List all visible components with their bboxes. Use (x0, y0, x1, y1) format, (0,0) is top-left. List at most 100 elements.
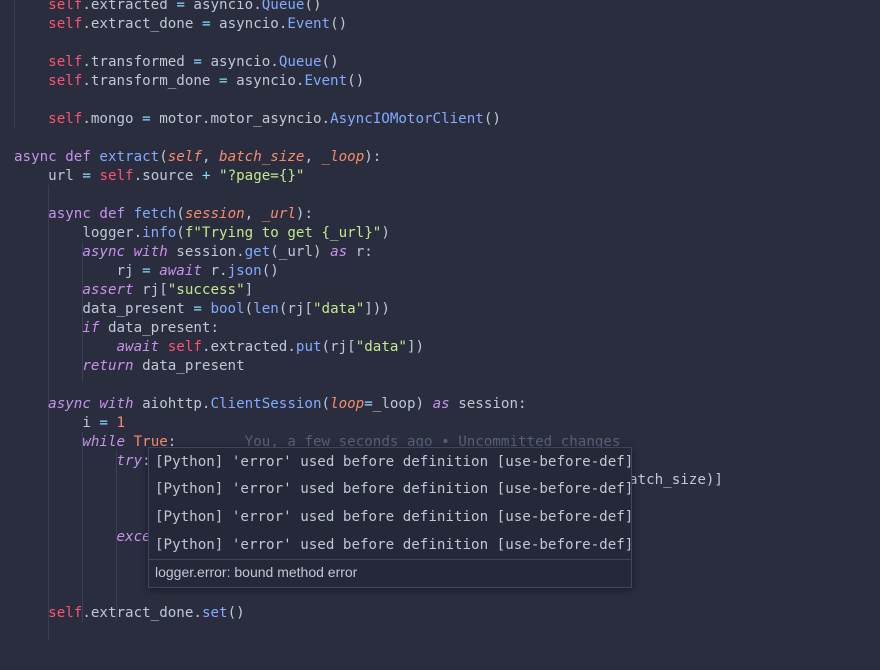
code-line[interactable]: self.extract_done.set() (14, 604, 245, 623)
code-token: fetch (133, 206, 177, 222)
code-token: i (14, 415, 100, 431)
code-token: self (48, 605, 83, 621)
code-line[interactable]: data_present = bool(len(rj["data"])) (14, 300, 390, 319)
code-line[interactable]: async def fetch(session, _url): (14, 205, 313, 224)
code-token: f"Trying to get {_url}" (184, 225, 382, 241)
code-token: batch_size (219, 149, 305, 165)
code-line[interactable]: assert rj["success"] (14, 281, 253, 300)
code-line[interactable]: logger.info(f"Trying to get {_url}") (14, 224, 390, 243)
code-token: get (244, 244, 271, 260)
code-token: r. (201, 263, 228, 279)
code-token: = (99, 415, 108, 431)
code-line[interactable]: url = self.source + "?page={}" (14, 167, 304, 186)
code-line[interactable]: self.mongo = motor.motor_asyncio.AsyncIO… (14, 110, 501, 129)
code-token: await (159, 263, 202, 279)
code-token: rj[ (133, 282, 168, 298)
code-token: json (227, 263, 262, 279)
code-token: (rj[ (278, 301, 313, 317)
code-token: _loop) (372, 396, 433, 412)
code-token: ): (364, 149, 382, 165)
code-token: "success" (167, 282, 245, 298)
code-token: .source (133, 168, 202, 184)
code-token: AsyncIOMotorClient (330, 111, 484, 127)
code-line[interactable]: return data_present (14, 357, 244, 376)
code-line[interactable]: async with aiohttp.ClientSession(loop=_l… (14, 395, 527, 414)
code-line[interactable]: self.extract_done = asyncio.Event() (14, 15, 347, 34)
code-token: , (304, 149, 322, 165)
code-token: info (142, 225, 177, 241)
code-token: , (201, 149, 220, 165)
code-token: self (48, 73, 83, 89)
code-token: assert (82, 282, 134, 298)
code-token: await (116, 339, 160, 355)
code-token: self (48, 0, 83, 13)
code-line[interactable]: i = 1 (14, 414, 125, 433)
code-token: Event (304, 73, 348, 89)
code-token: data_present (14, 301, 194, 317)
code-token: Queue (278, 54, 322, 70)
code-token: put (295, 339, 322, 355)
code-token: = (82, 168, 91, 184)
code-token: () (227, 605, 245, 621)
code-token: session: (449, 396, 527, 412)
code-token: data_present: (99, 320, 220, 336)
code-token: (rj[ (321, 339, 356, 355)
code-line[interactable]: async def extract(self, batch_size, _loo… (14, 148, 381, 167)
code-token: "?page={}" (219, 168, 305, 184)
code-line[interactable]: self.transformed = asyncio.Queue() (14, 53, 339, 72)
code-token: self (99, 168, 134, 184)
code-token: ])) (364, 301, 390, 317)
code-token: .extract_done (82, 16, 202, 32)
code-token: () (330, 16, 348, 32)
code-token: len (253, 301, 279, 317)
code-line[interactable]: exce (14, 528, 151, 547)
popup-divider (149, 559, 631, 560)
code-line[interactable]: try: (14, 452, 151, 471)
code-token: as (330, 244, 348, 260)
code-token: ): (295, 206, 314, 222)
code-line[interactable]: rj = await r.json() (14, 262, 278, 281)
code-token: asyncio. (184, 0, 262, 13)
code-token: ( (244, 301, 254, 317)
code-line[interactable]: await self.extracted.put(rj["data"]) (14, 338, 425, 357)
code-token: ( (159, 149, 168, 165)
code-token: rj (14, 263, 143, 279)
code-line[interactable]: self.extracted = asyncio.Queue() (14, 0, 321, 15)
code-token: .extracted (82, 0, 177, 13)
code-token: = (193, 54, 202, 70)
code-token: self (48, 111, 83, 127)
code-token: extract (99, 149, 160, 165)
code-token: as (432, 396, 450, 412)
code-token: while (82, 434, 126, 450)
code-token: ( (176, 225, 185, 241)
code-token: () (483, 111, 501, 127)
code-token: 1 (116, 415, 126, 431)
code-token: .extracted. (201, 339, 296, 355)
code-token: logger. (14, 225, 143, 241)
code-token: try (116, 453, 143, 469)
code-token: (_url) (270, 244, 331, 260)
code-line[interactable]: if data_present: (14, 319, 219, 338)
code-line[interactable]: self.transform_done = asyncio.Event() (14, 72, 364, 91)
code-token: ) (381, 225, 390, 241)
code-token: () (347, 73, 365, 89)
code-token: url (14, 168, 83, 184)
code-line[interactable]: async with session.get(_url) as r: (14, 243, 372, 262)
code-token: ( (176, 206, 185, 222)
hover-signature: logger.error: bound method error (155, 564, 358, 580)
code-token: () (321, 54, 339, 70)
